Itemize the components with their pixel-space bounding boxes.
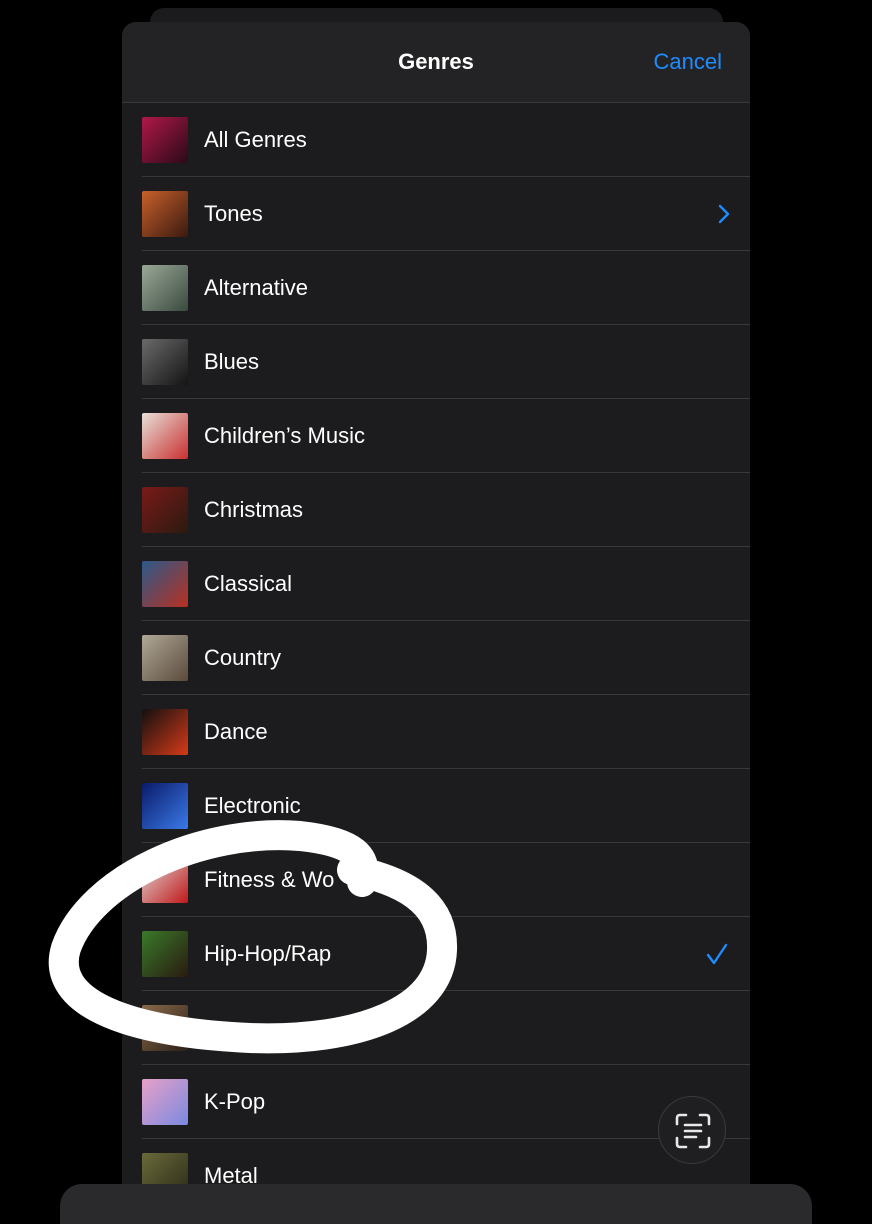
genre-row[interactable] [122,991,750,1065]
genre-row[interactable]: Alternative [122,251,750,325]
genre-row[interactable]: Dance [122,695,750,769]
cancel-button[interactable]: Cancel [654,22,722,102]
genre-row[interactable]: Children’s Music [122,399,750,473]
genre-label: Christmas [204,497,304,522]
genre-artwork [142,561,188,607]
genre-label: Electronic [204,793,301,818]
genre-label: Blues [204,349,260,374]
navigation-bar: Genres Cancel [122,22,750,103]
genre-list: All Genres Tones Alternative Blues Children’… [122,103,750,1213]
genre-artwork [142,339,188,385]
genre-row[interactable]: Fitness & Wo [122,843,750,917]
genre-artwork [142,709,188,755]
genre-artwork [142,265,188,311]
genre-artwork [142,635,188,681]
genre-artwork [142,487,188,533]
genre-row[interactable]: Electronic [122,769,750,843]
genre-artwork [142,931,188,977]
checkmark-icon [706,943,728,965]
genre-artwork [142,191,188,237]
genre-artwork [142,1079,188,1125]
genre-row[interactable]: Christmas [122,473,750,547]
genre-row[interactable]: Country [122,621,750,695]
bottom-sheet-edge [60,1184,812,1224]
genre-artwork [142,783,188,829]
genre-label: All Genres [204,127,307,152]
genre-label: Children’s Music [204,423,365,448]
genre-label: Alternative [204,275,308,300]
genre-row[interactable]: K-Pop [122,1065,750,1139]
genre-label: Hip-Hop/Rap [204,941,332,966]
genre-artwork [142,413,188,459]
live-text-scan-icon [675,1113,711,1149]
genre-label: Tones [204,201,263,226]
genre-label: Fitness & Wo [204,867,335,892]
genre-row[interactable]: All Genres [122,103,750,177]
genre-label: K-Pop [204,1089,266,1114]
genre-artwork [142,117,188,163]
chevron-right-icon [718,204,730,224]
genre-label: Classical [204,571,293,596]
genre-row[interactable]: Classical [122,547,750,621]
genre-row[interactable]: Tones [122,177,750,251]
genre-label: Country [204,645,282,670]
genres-sheet: Genres Cancel All Genres Tones Alternative… [122,22,750,1222]
genre-row[interactable]: Hip-Hop/Rap [122,917,750,991]
genre-row[interactable]: Blues [122,325,750,399]
genre-artwork [142,857,188,903]
genre-artwork [142,1005,188,1051]
genre-label: Dance [204,719,268,744]
live-text-scan-button[interactable] [658,1096,726,1164]
